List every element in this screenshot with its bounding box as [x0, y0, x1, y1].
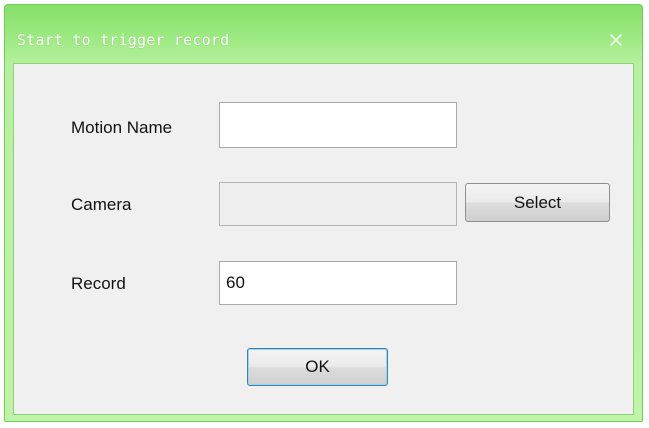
- close-icon[interactable]: [609, 33, 623, 47]
- motion-name-label: Motion Name: [71, 118, 173, 137]
- window-title: Start to trigger record: [17, 31, 230, 49]
- motion-name-input[interactable]: [219, 102, 457, 148]
- record-label: Record: [71, 274, 126, 293]
- ok-button[interactable]: OK: [247, 348, 388, 386]
- title-bar[interactable]: Start to trigger record: [5, 5, 642, 65]
- camera-label: Camera: [71, 195, 132, 214]
- select-button[interactable]: Select: [465, 183, 610, 222]
- form-panel: Motion Name Camera Select Record OK: [13, 63, 634, 415]
- camera-input: [219, 182, 457, 226]
- dialog-window: Start to trigger record Motion Name Came…: [4, 4, 643, 422]
- record-input[interactable]: [219, 261, 457, 305]
